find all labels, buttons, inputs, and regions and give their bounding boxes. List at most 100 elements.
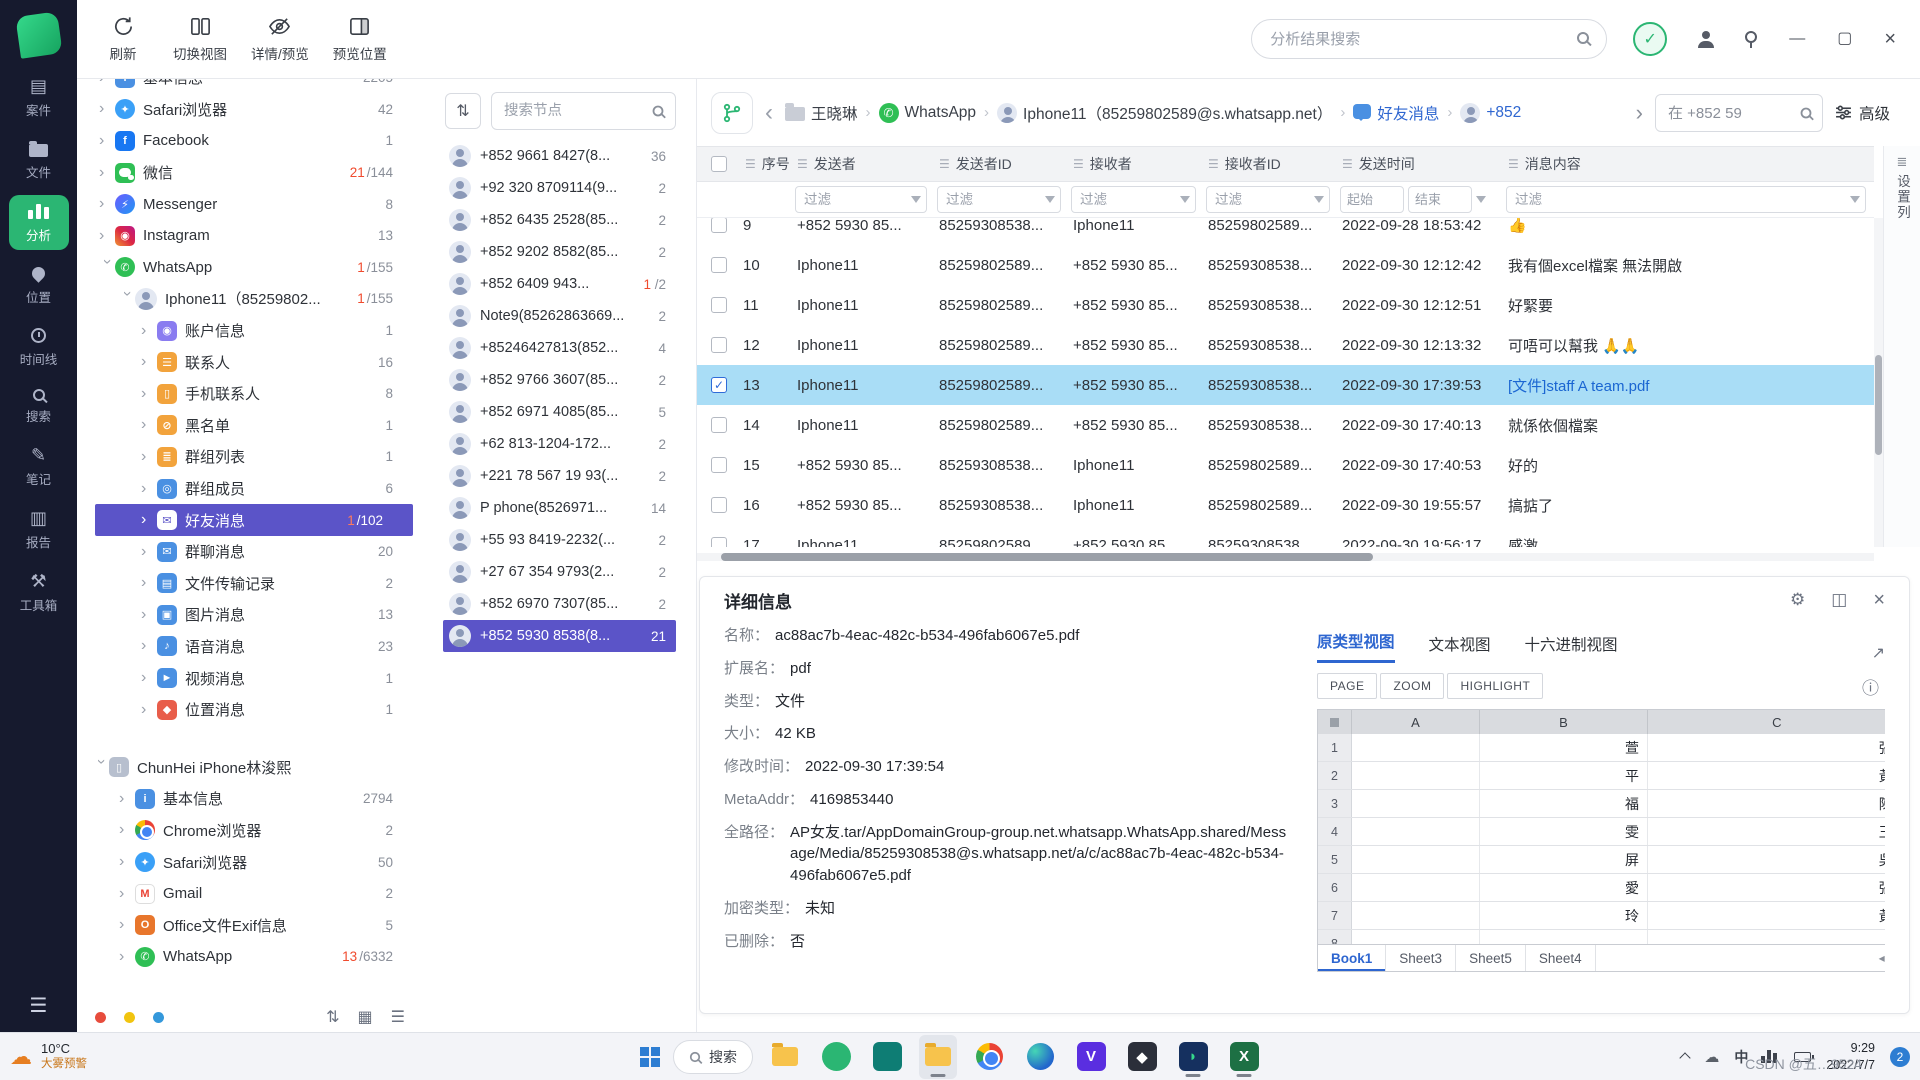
rail-item-notes[interactable]: ✎ 笔记 — [9, 439, 69, 494]
yellow-status-dot[interactable] — [124, 1012, 135, 1023]
open-external-icon[interactable]: ↗ — [1872, 643, 1885, 663]
node-item[interactable]: Note9(85262863669...2 — [443, 300, 676, 332]
rail-item-location[interactable]: 位置 — [9, 258, 69, 312]
grid-view-icon[interactable]: ▦ — [358, 1007, 373, 1027]
column-header-sender-id[interactable]: ☰发送者ID — [935, 154, 1069, 174]
taskbar-file-explorer[interactable] — [766, 1035, 804, 1079]
expand-icon[interactable]: › — [141, 385, 157, 403]
tree-item-instagram[interactable]: › ◉ Instagram 13 — [77, 220, 423, 252]
red-status-dot[interactable] — [95, 1012, 106, 1023]
collapse-icon[interactable]: › — [118, 291, 136, 307]
tree-item-file-transfer[interactable]: › ▤ 文件传输记录 2 — [77, 568, 423, 600]
expand-icon[interactable]: › — [99, 195, 115, 213]
taskbar-app-teal[interactable] — [868, 1035, 906, 1079]
rail-item-toolbox[interactable]: ⚒ 工具箱 — [9, 565, 69, 620]
row-checkbox[interactable] — [711, 457, 727, 473]
expand-icon[interactable]: › — [141, 574, 157, 592]
tree-item-messenger[interactable]: › ⚡ Messenger 8 — [77, 188, 423, 220]
minimize-button[interactable]: — — [1789, 31, 1805, 47]
expand-icon[interactable]: › — [141, 637, 157, 655]
node-item[interactable]: +852 6409 943...1 /2 — [443, 268, 676, 300]
row-checkbox[interactable] — [711, 537, 727, 547]
info-icon[interactable]: ⓘ — [1862, 674, 1879, 699]
table-row[interactable]: 12 Iphone11 85259802589... +852 5930 85.… — [697, 325, 1874, 365]
range-end-input[interactable] — [1408, 186, 1472, 213]
expand-icon[interactable]: › — [119, 916, 135, 934]
tree-item-wechat[interactable]: › 微信 21 /144 — [77, 157, 423, 189]
back-chevron-icon[interactable]: ‹ — [765, 99, 773, 127]
filter-input[interactable] — [795, 186, 927, 213]
tree-item-facebook[interactable]: › f Facebook 1 — [77, 125, 423, 157]
breadcrumb-whatsapp[interactable]: ✆ WhatsApp — [879, 103, 977, 123]
weather-widget[interactable]: ☁ 10°C 大雾预警 — [10, 1033, 87, 1080]
search-icon[interactable] — [1577, 32, 1589, 44]
tree-item-safari-2[interactable]: › ✦ Safari浏览器 50 — [77, 846, 423, 878]
tab-text-view[interactable]: 文本视图 — [1429, 633, 1491, 663]
table-vertical-scrollbar[interactable] — [1874, 218, 1883, 547]
node-item[interactable]: +221 78 567 19 93(...2 — [443, 460, 676, 492]
menu-icon[interactable]: ☰ — [30, 993, 48, 1018]
zoom-button[interactable]: ZOOM — [1380, 673, 1444, 699]
table-row[interactable]: 9 +852 5930 85... 85259308538... Iphone1… — [697, 218, 1874, 245]
tree-item-group-messages[interactable]: › ✉ 群聊消息 20 — [77, 536, 423, 568]
gear-icon[interactable]: ⚙ — [1790, 590, 1805, 610]
node-item[interactable]: +852 6970 7307(85...2 — [443, 588, 676, 620]
collapse-icon[interactable]: › — [98, 259, 116, 275]
close-window-button[interactable]: × — [1884, 31, 1896, 47]
column-header-content[interactable]: ☰消息内容 — [1504, 154, 1874, 174]
tree-item-office-exif[interactable]: › O Office文件Exif信息 5 — [77, 909, 423, 941]
rail-item-case[interactable]: ▤ 案件 — [9, 70, 69, 125]
network-icon[interactable] — [1767, 1050, 1771, 1063]
taskbar-app-green[interactable] — [817, 1035, 855, 1079]
sheet-tab[interactable]: Sheet4 — [1526, 945, 1596, 971]
node-item[interactable]: +852 6971 4085(85...5 — [443, 396, 676, 428]
tree-item-chunhei-device[interactable]: › ▯ ChunHei iPhone林浚熙 — [77, 751, 423, 783]
table-row[interactable]: 10 Iphone11 85259802589... +852 5930 85.… — [697, 245, 1874, 285]
column-header-no[interactable]: ☰序号 — [741, 154, 793, 174]
tree-item-contacts[interactable]: › ☰ 联系人 16 — [77, 346, 423, 378]
tree-item-gmail[interactable]: › M Gmail 2 — [77, 878, 423, 910]
node-item[interactable]: +27 67 354 9793(2...2 — [443, 556, 676, 588]
table-row-selected[interactable]: ✓ 13 Iphone11 85259802589... +852 5930 8… — [697, 365, 1874, 405]
tree-item-blacklist[interactable]: › ⊘ 黑名单 1 — [77, 410, 423, 442]
tree-item-phone-contacts[interactable]: › ▯ 手机联系人 8 — [77, 378, 423, 410]
tree-item-basic-info-partial[interactable]: › i 基本信息 2205 — [77, 79, 423, 94]
expand-icon[interactable]: › — [119, 821, 135, 839]
filter-input[interactable] — [1071, 186, 1196, 213]
taskbar-app-dark[interactable]: ◆ — [1123, 1035, 1161, 1079]
taskbar-forensic-app[interactable]: ◗ — [1174, 1035, 1212, 1079]
node-search-input[interactable] — [491, 92, 676, 130]
tree-item-group-members[interactable]: › ◎ 群组成员 6 — [77, 473, 423, 505]
expand-icon[interactable]: › — [119, 790, 135, 808]
verified-badge[interactable]: ✓ — [1633, 22, 1667, 56]
row-checkbox[interactable] — [711, 257, 727, 273]
expand-icon[interactable]: › — [141, 416, 157, 434]
highlight-button[interactable]: HIGHLIGHT — [1447, 673, 1543, 699]
blue-status-dot[interactable] — [153, 1012, 164, 1023]
rail-item-timeline[interactable]: 时间线 — [9, 320, 69, 374]
tree-item-account-info[interactable]: › ◉ 账户信息 1 — [77, 315, 423, 347]
filter-input[interactable] — [1206, 186, 1330, 213]
expand-icon[interactable]: › — [141, 606, 157, 624]
expand-icon[interactable]: › — [141, 701, 157, 719]
node-item[interactable]: +92 320 8709114(9...2 — [443, 172, 676, 204]
merge-icon[interactable]: ⇅ — [326, 1007, 339, 1027]
list-view-icon[interactable]: ☰ — [391, 1007, 405, 1027]
taskbar-app-v[interactable]: V — [1072, 1035, 1110, 1079]
filter-funnel-icon[interactable] — [1045, 196, 1055, 203]
user-account-icon[interactable] — [1697, 31, 1715, 48]
preview-position-button[interactable]: 预览位置 — [333, 15, 387, 63]
tray-expand-icon[interactable] — [1680, 1052, 1691, 1063]
expand-icon[interactable]: › — [141, 511, 157, 529]
onedrive-cloud-icon[interactable]: ☁ — [1704, 1048, 1719, 1066]
node-item-selected[interactable]: +852 5930 8538(8...21 — [443, 620, 676, 652]
range-start-input[interactable] — [1340, 186, 1404, 213]
filter-input[interactable] — [1506, 186, 1866, 213]
sheet-tab[interactable]: Book1 — [1318, 945, 1386, 971]
tree-item-whatsapp[interactable]: › ✆ WhatsApp 1 /155 — [77, 252, 423, 284]
expand-icon[interactable]: › — [141, 543, 157, 561]
expand-icon[interactable]: › — [119, 885, 135, 903]
filter-funnel-icon[interactable] — [1476, 196, 1486, 203]
next-chevron-icon[interactable]: › — [1636, 100, 1643, 126]
close-icon[interactable]: × — [1873, 589, 1885, 612]
